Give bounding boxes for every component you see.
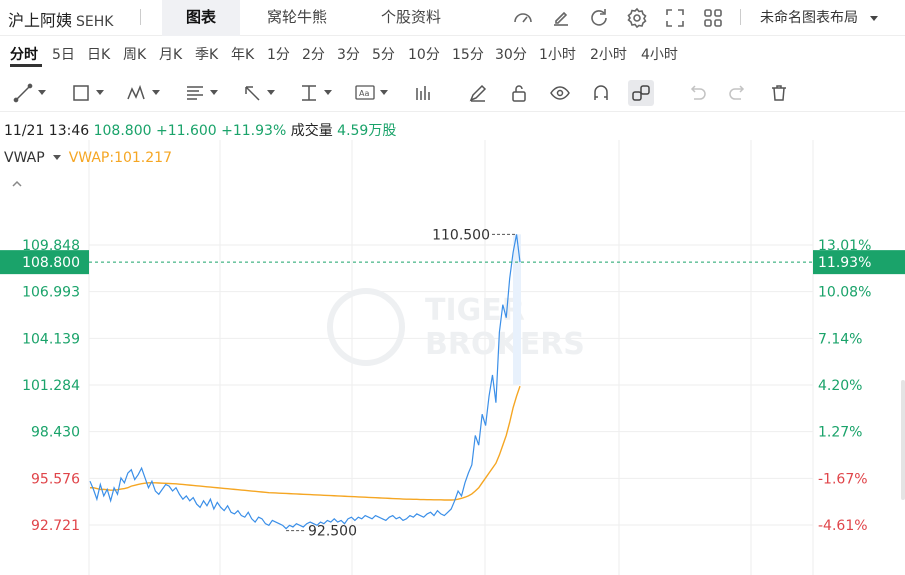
tab-profile[interactable]: 个股资料 [362, 0, 460, 36]
divider [140, 9, 141, 25]
y-tick-price: 95.576 [31, 471, 80, 487]
quote-change: +11.600 [155, 123, 217, 139]
pattern-tool-icon[interactable] [126, 82, 160, 104]
period-2h[interactable]: 2小时 [590, 44, 627, 64]
stock-title: 沪上阿姨 SEHK [8, 7, 113, 31]
quote-volume: 4.59万股 [337, 123, 397, 139]
quote-summary: 11/21 13:46 108.800 +11.600 +11.93% 成交量 … [4, 120, 396, 140]
period-5m[interactable]: 5分 [372, 44, 395, 64]
rectangle-tool-icon[interactable] [70, 82, 104, 104]
divider [740, 9, 741, 25]
tab-warrants[interactable]: 窝轮牛熊 [248, 0, 346, 36]
period-1m[interactable]: 1分 [267, 44, 290, 64]
indicator-legend: VWAP VWAP:101.217 [4, 150, 172, 166]
period-quarter[interactable]: 季K [195, 44, 218, 64]
price-line [89, 234, 521, 530]
quote-datetime: 11/21 13:46 [4, 123, 90, 139]
y-tick-pct: 1.27% [818, 425, 862, 441]
quote-change-pct: +11.93% [221, 123, 287, 139]
current-price-label: 108.800 [22, 255, 80, 271]
period-day[interactable]: 日K [87, 44, 110, 64]
period-intraday[interactable]: 分时 [10, 44, 38, 64]
period-10m[interactable]: 10分 [408, 44, 440, 64]
speed-icon[interactable] [511, 6, 535, 30]
indicator-name[interactable]: VWAP [4, 150, 45, 166]
vwap-line [90, 385, 521, 501]
y-tick-pct: -1.67% [818, 471, 868, 487]
draw-icon[interactable] [549, 6, 573, 30]
active-period-indicator [10, 64, 42, 67]
y-tick-price: 106.993 [22, 285, 80, 301]
collapse-chevron-up-icon[interactable] [10, 178, 24, 190]
text-tool-icon[interactable]: Aa [354, 82, 388, 104]
trash-icon[interactable] [768, 82, 790, 104]
watermark-logo [327, 288, 405, 366]
period-3m[interactable]: 3分 [337, 44, 360, 64]
volume-label: 成交量 [290, 123, 333, 139]
high-label: 110.500 [432, 227, 490, 243]
watermark-text-line1: TIGER [425, 293, 525, 328]
y-tick-pct: 10.08% [818, 285, 871, 301]
eye-icon[interactable] [549, 82, 571, 104]
period-4h[interactable]: 4小时 [641, 44, 678, 64]
drawing-toolbar: Aa [0, 74, 905, 112]
layout-label: 未命名图表布局 [760, 10, 858, 26]
fullscreen-icon[interactable] [663, 6, 687, 30]
period-week[interactable]: 周K [123, 44, 146, 64]
top-bar: 沪上阿姨 SEHK 图表 窝轮牛熊 个股资料 未命名图表布局 [0, 0, 905, 36]
y-tick-pct: 7.14% [818, 331, 862, 347]
period-30m[interactable]: 30分 [495, 44, 527, 64]
range-tool-icon[interactable] [298, 82, 332, 104]
period-15m[interactable]: 15分 [452, 44, 484, 64]
pen-icon[interactable] [467, 82, 489, 104]
vertical-scrollbar[interactable] [901, 380, 905, 500]
low-label: 92.500 [308, 524, 357, 540]
svg-text:Aa: Aa [359, 89, 369, 98]
settings-icon[interactable] [625, 6, 649, 30]
y-tick-price: 101.284 [22, 378, 80, 394]
grid-layout-icon[interactable] [701, 6, 725, 30]
y-tick-price: 98.430 [31, 425, 80, 441]
redo-icon[interactable] [727, 82, 749, 104]
y-tick-pct: -4.61% [818, 518, 868, 534]
quote-price: 108.800 [93, 123, 152, 139]
stock-name: 沪上阿姨 [8, 11, 73, 30]
current-pct-label: 11.93% [818, 255, 871, 271]
fib-tool-icon[interactable] [184, 82, 218, 104]
magnet-icon[interactable] [590, 82, 612, 104]
chart-type-icon[interactable] [412, 82, 434, 104]
period-bar: 分时 5日 日K 周K 月K 季K 年K 1分 2分 3分 5分 10分 15分… [0, 36, 905, 72]
intraday-chart[interactable]: TIGERBROKERS109.848 13.01%106.993 10.08%10… [0, 140, 905, 575]
refresh-icon[interactable] [587, 6, 611, 30]
lock-icon[interactable] [508, 82, 530, 104]
period-5d[interactable]: 5日 [52, 44, 75, 64]
arrow-tool-icon[interactable] [241, 82, 275, 104]
undo-icon[interactable] [686, 82, 708, 104]
period-month[interactable]: 月K [159, 44, 182, 64]
line-tool-icon[interactable] [12, 82, 46, 104]
y-tick-price: 92.721 [31, 518, 80, 534]
chevron-down-icon[interactable] [52, 154, 61, 160]
chevron-down-icon [870, 15, 879, 21]
period-1h[interactable]: 1小时 [539, 44, 576, 64]
period-2m[interactable]: 2分 [302, 44, 325, 64]
watermark-text-line2: BROKERS [425, 327, 585, 362]
stock-symbol: SEHK [76, 14, 114, 30]
y-tick-pct: 4.20% [818, 378, 862, 394]
layout-selector[interactable]: 未命名图表布局 [760, 7, 879, 27]
y-tick-price: 104.139 [22, 331, 80, 347]
link-icon[interactable] [628, 80, 654, 106]
indicator-value: VWAP:101.217 [68, 150, 172, 166]
period-year[interactable]: 年K [231, 44, 254, 64]
tab-chart[interactable]: 图表 [162, 0, 240, 36]
